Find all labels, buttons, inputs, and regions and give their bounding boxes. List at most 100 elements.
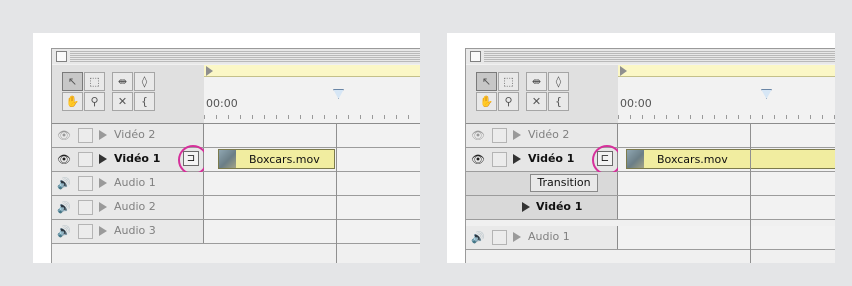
track-expand-triangle-icon[interactable] — [99, 130, 107, 140]
track-content[interactable] — [204, 220, 420, 243]
track-label: Vidéo 1 — [536, 200, 583, 213]
selection-tool-icon[interactable]: ↖ — [476, 72, 497, 91]
clip-name: Boxcars.mov — [657, 153, 728, 166]
track-expand-triangle-icon[interactable] — [513, 130, 521, 140]
playhead-icon[interactable] — [333, 89, 344, 99]
title-bar-stripes — [70, 51, 420, 62]
zoom-tool-icon[interactable]: ⚲ — [84, 92, 105, 111]
track-content[interactable] — [204, 124, 420, 147]
track-label: Vidéo 1 — [528, 152, 575, 165]
track-row: Transition — [466, 172, 835, 196]
video-clip[interactable]: Boxcars.mov — [626, 149, 835, 169]
track-row: 👁 Vidéo 2 — [466, 124, 835, 148]
timeline-window: ↖ ⬚ ⇼ ◊ ✋ ⚲ ✕ { 00:00 👁 Vidéo 2 👁 Vidéo 1 … — [465, 48, 835, 263]
lock-box[interactable] — [78, 152, 93, 167]
track-expand-triangle-icon[interactable] — [513, 232, 521, 242]
timecode: 00:00 — [206, 97, 238, 110]
ruler-ticks — [618, 115, 835, 119]
track-content[interactable] — [618, 226, 835, 249]
track-content[interactable] — [618, 124, 835, 147]
eye-icon[interactable]: 👁 — [471, 153, 485, 166]
hand-tool-icon[interactable]: ✋ — [476, 92, 497, 111]
work-area-bar[interactable] — [618, 65, 835, 77]
link-tool-icon[interactable]: ✕ — [112, 92, 133, 111]
time-marker-line — [750, 123, 751, 263]
lock-box[interactable] — [78, 128, 93, 143]
track-expand-triangle-icon[interactable] — [99, 154, 107, 164]
track-label: Vidéo 1 — [114, 152, 161, 165]
close-box-icon[interactable] — [470, 51, 481, 62]
track-tool-icon[interactable]: ⇼ — [112, 72, 133, 91]
track-row: Vidéo 1 — [466, 196, 835, 220]
track-content[interactable]: Boxcars.mov — [204, 148, 420, 171]
lock-box[interactable] — [78, 224, 93, 239]
hand-tool-icon[interactable]: ✋ — [62, 92, 83, 111]
lock-box[interactable] — [492, 128, 507, 143]
track-expand-triangle-icon[interactable] — [99, 178, 107, 188]
timecode: 00:00 — [620, 97, 652, 110]
track-content[interactable] — [204, 196, 420, 219]
track-content[interactable] — [618, 172, 835, 195]
marquee-tool-icon[interactable]: ⬚ — [498, 72, 519, 91]
track-label: Vidéo 2 — [528, 128, 570, 141]
eye-icon[interactable]: 👁 — [57, 153, 71, 166]
link-tool-icon[interactable]: ✕ — [526, 92, 547, 111]
playhead-icon[interactable] — [761, 89, 772, 99]
tool-palette: ↖ ⬚ ⇼ ◊ ✋ ⚲ ✕ { — [466, 65, 619, 124]
speaker-icon[interactable]: 🔊 — [57, 177, 71, 190]
work-area-arrow-icon[interactable] — [620, 66, 627, 76]
track-row: 👁 Vidéo 1 ⊏ Boxcars.mov — [466, 145, 835, 175]
track-expand-triangle-icon[interactable] — [522, 202, 530, 212]
tool-palette: ↖ ⬚ ⇼ ◊ ✋ ⚲ ✕ { — [52, 65, 205, 124]
track-expand-triangle-icon[interactable] — [99, 202, 107, 212]
in-out-tool-icon[interactable]: { — [134, 92, 155, 111]
speaker-icon[interactable]: 🔊 — [57, 225, 71, 238]
track-row: 🔊 Audio 2 — [52, 196, 420, 220]
transition-track-label[interactable]: Transition — [530, 174, 598, 192]
ruler-ticks — [204, 115, 420, 119]
eye-icon[interactable]: 👁 — [471, 129, 485, 142]
zoom-tool-icon[interactable]: ⚲ — [498, 92, 519, 111]
lock-box[interactable] — [492, 152, 507, 167]
close-box-icon[interactable] — [56, 51, 67, 62]
lock-box[interactable] — [78, 176, 93, 191]
work-area-bar[interactable] — [204, 65, 420, 77]
timeline-panel-collapsed: ↖ ⬚ ⇼ ◊ ✋ ⚲ ✕ { 00:00 👁 Vidéo 2 👁 Vidéo 1 … — [33, 33, 420, 263]
track-content[interactable] — [618, 196, 835, 219]
track-label: Vidéo 2 — [114, 128, 156, 141]
track-expand-triangle-icon[interactable] — [99, 226, 107, 236]
clip-name: Boxcars.mov — [249, 153, 320, 166]
track-collapse-triangle-icon[interactable] — [513, 154, 521, 164]
track-row: 🔊 Audio 1 — [52, 172, 420, 196]
title-bar[interactable] — [466, 49, 835, 64]
lock-box[interactable] — [78, 200, 93, 215]
clip-thumbnail — [219, 150, 236, 168]
speaker-icon[interactable]: 🔊 — [471, 231, 485, 244]
track-tool-icon[interactable]: ⇼ — [526, 72, 547, 91]
time-ruler[interactable]: 00:00 — [204, 65, 420, 124]
timeline-window: ↖ ⬚ ⇼ ◊ ✋ ⚲ ✕ { 00:00 👁 Vidéo 2 👁 Vidéo 1 … — [51, 48, 420, 263]
razor-tool-icon[interactable]: ◊ — [134, 72, 155, 91]
track-label: Audio 3 — [114, 224, 156, 237]
time-ruler[interactable]: 00:00 — [618, 65, 835, 124]
track-content[interactable]: Boxcars.mov — [618, 148, 835, 171]
speaker-icon[interactable]: 🔊 — [57, 201, 71, 214]
selection-tool-icon[interactable]: ↖ — [62, 72, 83, 91]
title-bar[interactable] — [52, 49, 420, 64]
razor-tool-icon[interactable]: ◊ — [548, 72, 569, 91]
track-row: 🔊 Audio 3 — [52, 220, 420, 244]
marquee-tool-icon[interactable]: ⬚ — [84, 72, 105, 91]
lock-box[interactable] — [492, 230, 507, 245]
timeline-panel-expanded: ↖ ⬚ ⇼ ◊ ✋ ⚲ ✕ { 00:00 👁 Vidéo 2 👁 Vidéo 1 … — [447, 33, 835, 263]
track-row: 🔊 Audio 1 — [466, 226, 835, 250]
track-label: Audio 1 — [528, 230, 570, 243]
track-row: 👁 Vidéo 1 ⊐ Boxcars.mov — [52, 145, 420, 175]
track-content[interactable] — [204, 172, 420, 195]
eye-icon[interactable]: 👁 — [57, 129, 71, 142]
work-area-arrow-icon[interactable] — [206, 66, 213, 76]
video-clip[interactable]: Boxcars.mov — [218, 149, 335, 169]
track-label: Audio 1 — [114, 176, 156, 189]
in-out-tool-icon[interactable]: { — [548, 92, 569, 111]
track-row: 👁 Vidéo 2 — [52, 124, 420, 148]
title-bar-stripes — [484, 51, 835, 62]
